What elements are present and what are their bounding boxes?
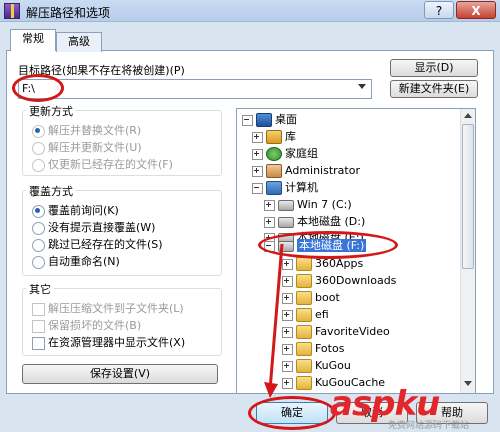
- desktop-icon: [256, 113, 272, 127]
- update-option-existing-only[interactable]: 仅更新已经存在的文件(F): [32, 156, 173, 172]
- computer-icon: [266, 181, 282, 195]
- watermark-subtitle: 免费网站源码下载站: [388, 421, 470, 431]
- show-button[interactable]: 显示(D): [390, 59, 478, 77]
- annotation-ring-ok: [248, 396, 336, 430]
- drive-icon: [278, 199, 294, 211]
- tab-advanced[interactable]: 高级: [56, 32, 102, 52]
- expand-icon[interactable]: [252, 148, 263, 160]
- tree-node-folder[interactable]: 360Downloads: [282, 272, 396, 289]
- folder-icon: [296, 359, 312, 373]
- radio-icon[interactable]: [32, 124, 45, 138]
- close-button[interactable]: X: [456, 1, 496, 19]
- update-option-label: 解压并更新文件(U): [48, 141, 142, 154]
- folder-icon: [296, 308, 312, 322]
- radio-icon[interactable]: [32, 221, 45, 235]
- misc-option-subfolder[interactable]: 解压压缩文件到子文件夹(L): [32, 300, 184, 316]
- update-option-replace[interactable]: 解压并替换文件(R): [32, 122, 141, 138]
- tree-node-label: 本地磁盘 (D:): [297, 215, 366, 228]
- expand-icon[interactable]: [264, 216, 275, 228]
- winrar-icon: [4, 3, 20, 19]
- radio-icon[interactable]: [32, 141, 45, 155]
- misc-option-label: 在资源管理器中显示文件(X): [48, 336, 186, 349]
- folder-icon: [296, 342, 312, 356]
- update-option-label: 解压并替换文件(R): [48, 124, 142, 137]
- tree-node-label: 家庭组: [285, 147, 318, 160]
- overwrite-option-label: 没有提示直接覆盖(W): [48, 221, 156, 234]
- drive-icon: [278, 216, 294, 228]
- tree-node-administrator[interactable]: Administrator: [252, 162, 360, 179]
- scroll-down-icon[interactable]: [462, 378, 474, 390]
- overwrite-option-rename[interactable]: 自动重命名(N): [32, 253, 120, 269]
- folder-icon: [296, 291, 312, 305]
- user-folder-icon: [266, 164, 282, 178]
- radio-icon[interactable]: [32, 238, 45, 252]
- tree-node-homegroup[interactable]: 家庭组: [252, 145, 318, 162]
- tree-node-label: 库: [285, 130, 296, 143]
- tab-general[interactable]: 常规: [10, 29, 56, 51]
- tree-node-label: Administrator: [285, 164, 360, 177]
- folder-icon: [296, 274, 312, 288]
- folder-icon: [296, 376, 312, 390]
- tree-node-folder[interactable]: boot: [282, 289, 340, 306]
- tree-node-folder[interactable]: KuGou: [282, 357, 351, 374]
- help-title-button[interactable]: ?: [424, 1, 454, 19]
- folder-icon: [296, 257, 312, 271]
- expand-icon[interactable]: [252, 131, 263, 143]
- annotation-ring-path: [12, 74, 64, 102]
- tree-node-label: Win 7 (C:): [297, 198, 352, 211]
- overwrite-option-label: 自动重命名(N): [48, 255, 120, 268]
- checkbox-icon[interactable]: [32, 302, 45, 316]
- save-settings-button[interactable]: 保存设置(V): [22, 364, 218, 384]
- update-mode-title: 更新方式: [26, 103, 76, 119]
- tree-node-label: 计算机: [285, 181, 318, 194]
- misc-option-label: 保留损坏的文件(B): [48, 319, 142, 332]
- overwrite-option-ask[interactable]: 覆盖前询问(K): [32, 202, 119, 218]
- destination-path-combo[interactable]: [18, 79, 372, 99]
- checkbox-icon[interactable]: [32, 319, 45, 333]
- tree-node-library[interactable]: 库: [252, 128, 296, 145]
- folder-icon: [296, 325, 312, 339]
- radio-icon[interactable]: [32, 255, 45, 269]
- tree-node-folder[interactable]: Fotos: [282, 340, 344, 357]
- radio-icon[interactable]: [32, 158, 45, 172]
- tree-node-label: efi: [315, 308, 329, 321]
- misc-option-label: 解压压缩文件到子文件夹(L): [48, 302, 184, 315]
- misc-option-show-explorer[interactable]: 在资源管理器中显示文件(X): [32, 334, 185, 350]
- tree-node-drive-c[interactable]: Win 7 (C:): [264, 196, 352, 213]
- radio-icon[interactable]: [32, 204, 45, 218]
- tree-node-drive-d[interactable]: 本地磁盘 (D:): [264, 213, 365, 230]
- update-option-update[interactable]: 解压并更新文件(U): [32, 139, 142, 155]
- tree-node-label: Fotos: [315, 342, 345, 355]
- overwrite-option-label: 跳过已经存在的文件(S): [48, 238, 163, 251]
- window-title: 解压路径和选项: [26, 6, 111, 20]
- overwrite-option-overwrite[interactable]: 没有提示直接覆盖(W): [32, 219, 155, 235]
- annotation-arrow: [264, 243, 284, 398]
- tree-node-label: FavoriteVideo: [315, 325, 390, 338]
- tree-node-desktop[interactable]: 桌面: [242, 111, 297, 128]
- overwrite-option-label: 覆盖前询问(K): [48, 204, 119, 217]
- chevron-down-icon[interactable]: [358, 84, 366, 89]
- new-folder-button[interactable]: 新建文件夹(E): [390, 80, 478, 98]
- scroll-up-icon[interactable]: [462, 110, 474, 122]
- update-option-label: 仅更新已经存在的文件(F): [48, 158, 173, 171]
- tree-node-folder[interactable]: FavoriteVideo: [282, 323, 390, 340]
- overwrite-option-skip[interactable]: 跳过已经存在的文件(S): [32, 236, 163, 252]
- tree-node-label: 360Downloads: [315, 274, 397, 287]
- tree-node-label: 桌面: [275, 113, 297, 126]
- library-icon: [266, 130, 282, 144]
- tree-node-computer[interactable]: 计算机: [252, 179, 318, 196]
- scroll-thumb[interactable]: [462, 124, 474, 269]
- expand-icon[interactable]: [252, 165, 263, 177]
- homegroup-icon: [266, 147, 282, 161]
- misc-option-keep-broken[interactable]: 保留损坏的文件(B): [32, 317, 141, 333]
- expand-icon[interactable]: [264, 199, 275, 211]
- overwrite-mode-title: 覆盖方式: [26, 183, 76, 199]
- misc-title: 其它: [26, 281, 54, 297]
- tree-node-label: KuGou: [315, 359, 351, 372]
- tree-node-label: boot: [315, 291, 340, 304]
- collapse-icon[interactable]: [242, 114, 253, 126]
- checkbox-icon[interactable]: [32, 336, 45, 350]
- collapse-icon[interactable]: [252, 182, 263, 194]
